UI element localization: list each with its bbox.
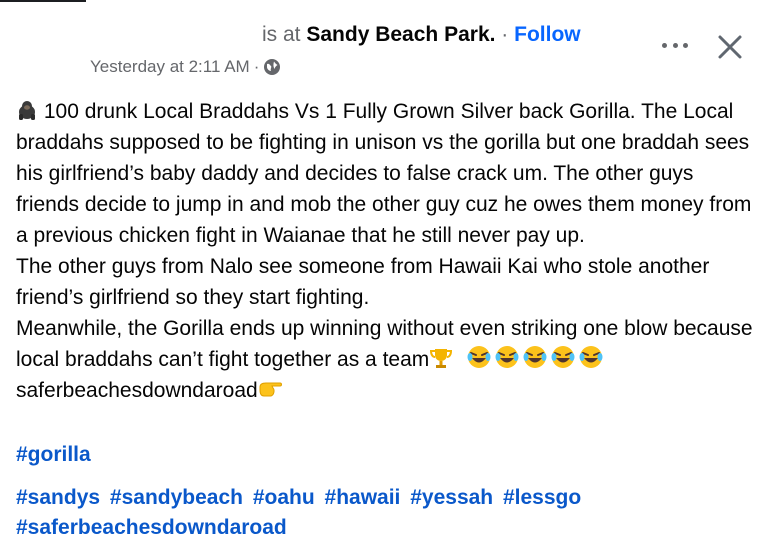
post-body: 100 drunk Local Braddahs Vs 1 Fully Grow… bbox=[16, 96, 761, 406]
rolling-laughing-emoji bbox=[551, 346, 575, 368]
hashtag-link[interactable]: #sandybeach bbox=[110, 486, 243, 509]
globe-icon bbox=[264, 59, 281, 75]
post-timestamp[interactable]: Yesterday at 2:11 AM bbox=[90, 57, 250, 77]
hashtag-link[interactable]: #yessah bbox=[410, 486, 493, 509]
post-paragraph-2: The other guys from Nalo see someone fro… bbox=[16, 251, 761, 313]
follow-button[interactable]: Follow bbox=[514, 23, 581, 46]
post-paragraph-1: 100 drunk Local Braddahs Vs 1 Fully Grow… bbox=[16, 96, 761, 251]
more-options-button[interactable] bbox=[658, 34, 692, 56]
hashtag-link[interactable]: #hawaii bbox=[325, 486, 401, 509]
meta-separator: · bbox=[253, 57, 260, 76]
rolling-laughing-emoji bbox=[523, 346, 547, 368]
more-dot bbox=[662, 42, 667, 48]
more-dot bbox=[672, 42, 678, 48]
post-paragraph-4: saferbeachesdowndaroad bbox=[16, 375, 761, 406]
close-icon[interactable] bbox=[716, 33, 744, 61]
post-meta: Yesterday at 2:11 AM · bbox=[90, 57, 281, 77]
hashtag-link[interactable]: #lessgo bbox=[503, 486, 581, 509]
post-signoff: saferbeachesdowndaroad bbox=[16, 379, 258, 402]
trophy-emoji bbox=[430, 349, 453, 368]
more-dot bbox=[683, 42, 688, 48]
hashtag-line-2: #sandys #sandybeach #oahu #hawaii #yessa… bbox=[16, 484, 585, 512]
hashtag-line-3: #saferbeachesdowndaroad bbox=[16, 514, 287, 542]
hashtag-line-1: #gorilla bbox=[16, 441, 91, 469]
hashtag-link[interactable]: #saferbeachesdowndaroad bbox=[16, 516, 287, 539]
top-border bbox=[0, 0, 86, 2]
post-text-2: The other guys from Nalo see someone fro… bbox=[16, 255, 710, 309]
laugh-emoji-group bbox=[465, 346, 605, 371]
rolling-laughing-emoji bbox=[495, 346, 519, 368]
hashtag-link[interactable]: #oahu bbox=[253, 486, 315, 509]
header-separator: · bbox=[501, 23, 509, 46]
gorilla-emoji bbox=[19, 101, 35, 120]
location-link[interactable]: Sandy Beach Park. bbox=[306, 23, 495, 46]
pointing-right-emoji bbox=[259, 382, 282, 397]
post-text-1: 100 drunk Local Braddahs Vs 1 Fully Grow… bbox=[16, 100, 752, 247]
hashtag-link[interactable]: #sandys bbox=[16, 486, 100, 509]
hashtag-link[interactable]: #gorilla bbox=[16, 443, 91, 466]
post-text-3: Meanwhile, the Gorilla ends up winning w… bbox=[16, 317, 753, 371]
header-prefix: is at bbox=[262, 23, 301, 46]
rolling-laughing-emoji bbox=[467, 346, 491, 368]
rolling-laughing-emoji bbox=[579, 346, 603, 368]
post-header: is at Sandy Beach Park. · Follow bbox=[262, 22, 581, 48]
post-paragraph-3: Meanwhile, the Gorilla ends up winning w… bbox=[16, 313, 761, 375]
